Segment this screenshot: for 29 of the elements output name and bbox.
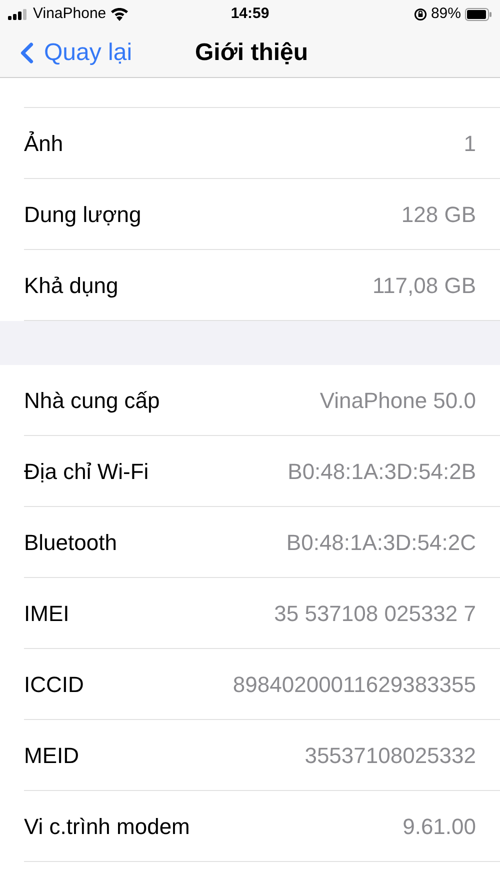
row-value: 35537108025332 [304,742,476,770]
row-label: IMEI [24,600,70,628]
row-value: 117,08 GB [372,272,476,300]
rotation-lock-icon [414,8,427,20]
back-button[interactable]: Quay lại [0,34,132,70]
row-value: B0:48:1A:3D:54:2B [288,458,476,486]
row-value: 35 537108 025332 7 [274,600,476,628]
signal-icon [8,8,28,20]
row-value: 1 [464,130,476,158]
carrier-name: VinaPhone [33,4,106,24]
row-label: Dung lượng [24,200,142,229]
row-label: MEID [24,742,79,770]
row-label: Khả dụng [24,272,118,300]
row-label: Nhà cung cấp [24,386,160,415]
row-value: 128 GB [401,200,476,228]
battery-icon [465,8,492,20]
row-label: Địa chỉ Wi-Fi [24,458,149,486]
row-label: Ảnh [24,130,64,158]
page-title: Giới thiệu [195,38,308,68]
clock-time: 14:59 [230,4,270,24]
wifi-icon [111,8,128,20]
row-value: 9.61.00 [402,812,476,840]
row-value: 89840200011629383355 [232,670,476,698]
row-value: VinaPhone 50.0 [320,386,476,414]
row-label: Bluetooth [24,528,117,556]
row-label: Vi c.trình modem [24,812,190,840]
battery-percent: 89% [430,4,461,24]
row-value: B0:48:1A:3D:54:2C [286,528,476,556]
row-label: ICCID [24,670,84,698]
